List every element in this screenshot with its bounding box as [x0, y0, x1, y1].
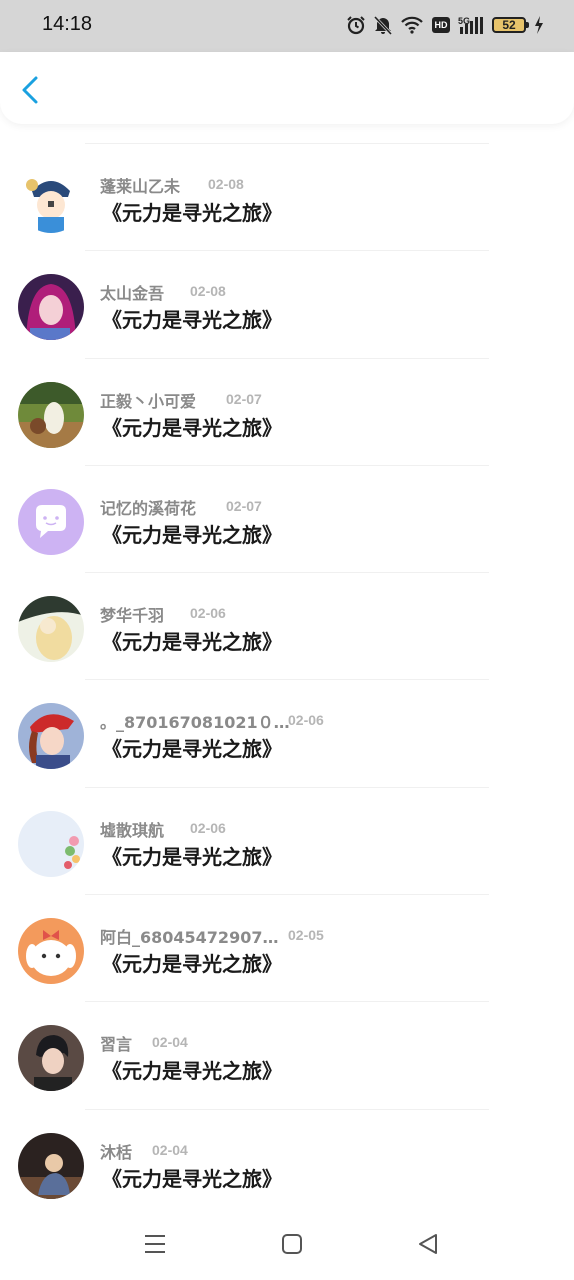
- signal-icon: 5G: [458, 16, 483, 34]
- svg-text:5G: 5G: [458, 16, 470, 26]
- post-date: 02-06: [190, 605, 226, 622]
- item-title: 《元力是寻光之旅》: [102, 1059, 282, 1084]
- item-title: 《元力是寻光之旅》: [102, 415, 282, 440]
- avatar[interactable]: [18, 810, 84, 877]
- post-date: 02-07: [226, 497, 262, 514]
- home-nav-button[interactable]: [278, 1230, 306, 1258]
- username[interactable]: 墟散琪航: [100, 817, 164, 841]
- list-item[interactable]: 记忆的溪荷花 02-07 《元力是寻光之旅》: [0, 464, 574, 572]
- battery-indicator: 52: [492, 17, 529, 33]
- back-button[interactable]: [14, 70, 50, 110]
- status-bar: 14:18 HD 5G 52: [0, 0, 574, 52]
- username[interactable]: 。_870167081021０…: [100, 709, 290, 733]
- item-title: 《元力是寻光之旅》: [102, 522, 282, 547]
- avatar[interactable]: [18, 167, 84, 233]
- row-divider: [85, 572, 489, 574]
- list-item[interactable]: 太山金吾 02-08 《元力是寻光之旅》: [0, 250, 574, 357]
- username[interactable]: 沐栝: [100, 1139, 132, 1163]
- header-bar: [0, 52, 574, 124]
- username[interactable]: 阿白_68045472907…: [100, 924, 278, 948]
- row-divider: [85, 250, 489, 252]
- system-nav-bar: [0, 1212, 574, 1280]
- post-date: 02-06: [190, 819, 226, 836]
- list-item[interactable]: 梦华千羽 02-06 《元力是寻光之旅》: [0, 572, 574, 679]
- avatar[interactable]: [18, 703, 84, 770]
- list-item[interactable]: 習言 02-04 《元力是寻光之旅》: [0, 1001, 574, 1108]
- item-title: 《元力是寻光之旅》: [102, 737, 282, 762]
- row-divider: [85, 357, 489, 359]
- post-date: 02-06: [288, 712, 324, 729]
- list-item[interactable]: 。_870167081021０… 02-06 《元力是寻光之旅》: [0, 679, 574, 786]
- username[interactable]: 正毅丶小可爱: [100, 388, 196, 412]
- mute-bell-icon: [374, 15, 392, 35]
- avatar[interactable]: [18, 381, 84, 448]
- avatar[interactable]: [18, 1132, 84, 1199]
- back-triangle-icon: [419, 1234, 437, 1254]
- post-date: 02-08: [190, 283, 226, 300]
- row-divider: [85, 786, 489, 788]
- comment-list: 蓬莱山乙未 02-08 《元力是寻光之旅》 太山金吾 02-08 《元力是寻光之…: [0, 143, 574, 1216]
- list-item[interactable]: 正毅丶小可爱 02-07 《元力是寻光之旅》: [0, 357, 574, 465]
- list-item[interactable]: 阿白_68045472907… 02-05 《元力是寻光之旅》: [0, 894, 574, 1001]
- list-item[interactable]: 沐栝 02-04 《元力是寻光之旅》: [0, 1108, 574, 1216]
- post-date: 02-08: [208, 176, 244, 192]
- status-time: 14:18: [42, 13, 93, 35]
- status-icons: HD 5G 52: [346, 13, 544, 37]
- wifi-icon: [401, 16, 423, 34]
- charging-icon: [535, 16, 543, 34]
- post-date: 02-05: [288, 927, 324, 944]
- item-title: 《元力是寻光之旅》: [102, 308, 282, 333]
- list-item[interactable]: 墟散琪航 02-06 《元力是寻光之旅》: [0, 786, 574, 894]
- list-item[interactable]: 蓬莱山乙未 02-08 《元力是寻光之旅》: [0, 143, 574, 250]
- username[interactable]: 记忆的溪荷花: [100, 495, 196, 519]
- hd-badge: HD: [432, 17, 450, 33]
- post-date: 02-07: [226, 390, 262, 407]
- username[interactable]: 習言: [100, 1031, 132, 1055]
- avatar[interactable]: [18, 918, 84, 985]
- username[interactable]: 太山金吾: [100, 280, 164, 304]
- row-divider: [85, 1108, 489, 1110]
- post-date: 02-04: [152, 1034, 188, 1051]
- item-title: 《元力是寻光之旅》: [102, 201, 282, 225]
- avatar[interactable]: [18, 488, 84, 555]
- avatar[interactable]: [18, 274, 84, 341]
- chevron-left-icon: [22, 76, 38, 104]
- menu-icon: [145, 1235, 165, 1253]
- item-title: 《元力是寻光之旅》: [102, 952, 282, 977]
- avatar[interactable]: [18, 1025, 84, 1092]
- alarm-icon: [347, 16, 365, 35]
- post-date: 02-04: [152, 1141, 188, 1158]
- avatar[interactable]: [18, 596, 84, 663]
- home-square-icon: [282, 1234, 302, 1254]
- item-title: 《元力是寻光之旅》: [102, 1166, 282, 1191]
- row-divider: [85, 679, 489, 681]
- item-title: 《元力是寻光之旅》: [102, 630, 282, 655]
- item-title: 《元力是寻光之旅》: [102, 844, 282, 869]
- username[interactable]: 蓬莱山乙未: [100, 173, 180, 197]
- username[interactable]: 梦华千羽: [100, 602, 164, 626]
- menu-nav-button[interactable]: [141, 1230, 169, 1258]
- row-divider: [85, 143, 489, 144]
- row-divider: [85, 1001, 489, 1003]
- back-nav-button[interactable]: [415, 1230, 443, 1258]
- row-divider: [85, 894, 489, 896]
- row-divider: [85, 464, 489, 466]
